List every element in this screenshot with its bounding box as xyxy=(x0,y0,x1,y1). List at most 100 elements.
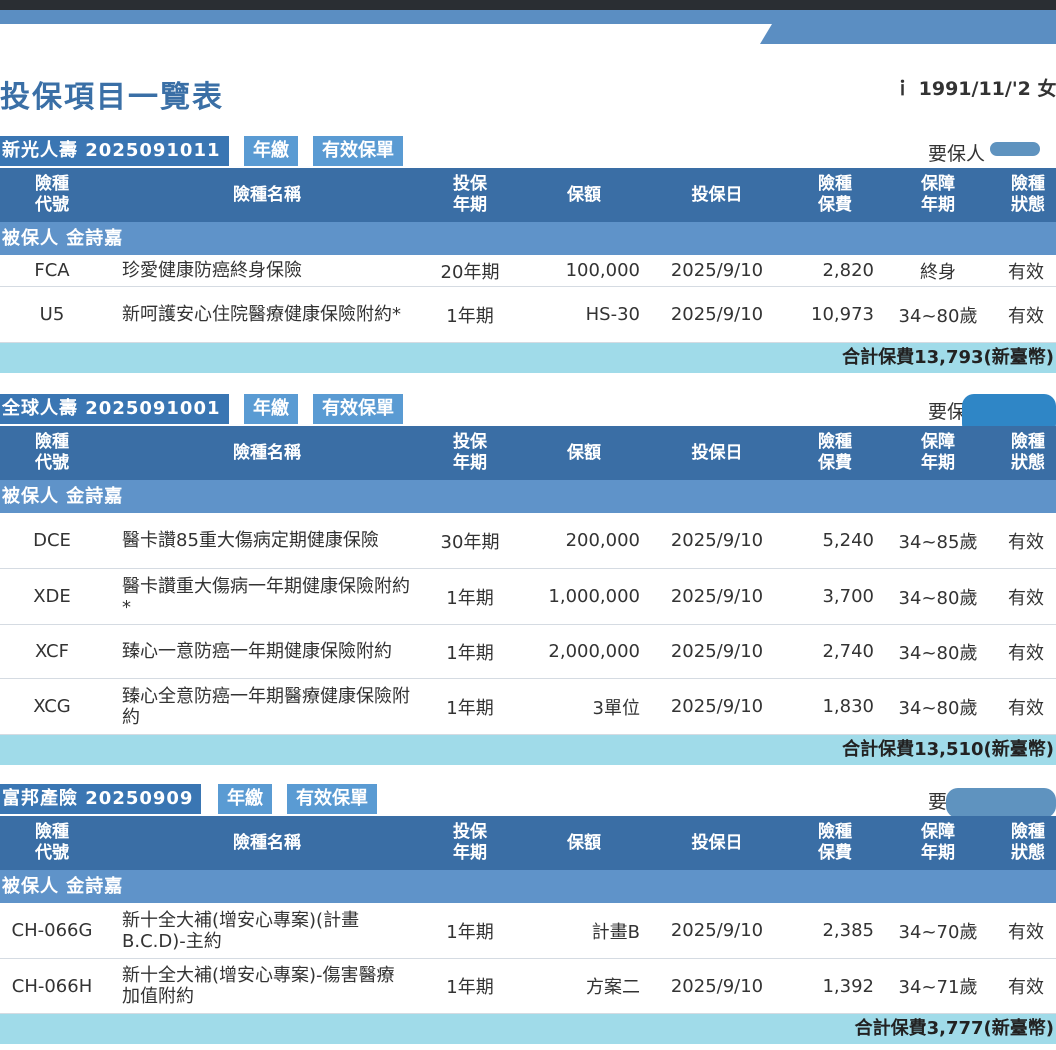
top-dark-strip xyxy=(0,0,1056,10)
policy-status-badge: 有效保單 xyxy=(287,784,377,814)
cell-date: 2025/9/10 xyxy=(670,304,764,325)
cell-amount: 計畫B xyxy=(591,921,640,943)
policy-holder-label: 要保人 xyxy=(928,143,986,165)
policy-status-badge: 有效保單 xyxy=(313,136,403,166)
total-premium-row: 合計保費3,777(新臺幣) xyxy=(0,1014,1056,1044)
cell-term: 1年期 xyxy=(446,921,494,943)
cell-name: 珍愛健康防癌終身保險 xyxy=(122,255,412,286)
cell-name: 醫卡讚85重大傷病定期健康保險 xyxy=(122,513,412,568)
table-row: U5 新呵護安心住院醫療健康保險附約* 1年期 HS-30 2025/9/10 10,97… xyxy=(0,287,1056,343)
plan-name-text: 新十全大補(增安心專案)-傷害醫療加值附約 xyxy=(122,965,395,1007)
column-header-amount: 保額 xyxy=(567,832,601,853)
company-policy-label: 富邦產險 20250909 xyxy=(0,784,202,814)
cell-status: 有效 xyxy=(1008,587,1044,609)
insured-birthdate-gender: ｉ 1991/11/'2 女 xyxy=(893,74,1056,101)
column-header-premium: 險種 保費 xyxy=(818,174,852,215)
table-row: XCF 臻心一意防癌一年期健康保險附約 1年期 2,000,000 2025/9/10 2… xyxy=(0,625,1056,679)
total-premium-row: 合計保費13,510(新臺幣) xyxy=(0,735,1056,765)
top-tab-shape xyxy=(760,24,1056,44)
total-premium-text: 合計保費3,777(新臺幣) xyxy=(854,1018,1054,1039)
policy-section: 新光人壽 2025091011 年繳 有效保單 要保人 險種 代號 險種名稱 投保 年期 保額… xyxy=(0,136,1056,373)
column-header-code: 險種 代號 xyxy=(35,174,69,215)
cell-code: XCG xyxy=(33,696,71,717)
column-header-name: 險種名稱 xyxy=(233,184,301,205)
cell-amount: 200,000 xyxy=(565,530,640,551)
cell-date: 2025/9/10 xyxy=(670,641,764,662)
cell-code: U5 xyxy=(39,304,65,325)
table-row: CH-066H 新十全大補(增安心專案)-傷害醫療加值附約 1年期 方案二 2025/9… xyxy=(0,959,1056,1014)
column-header-coverage: 保障 年期 xyxy=(921,432,955,473)
column-header-date: 投保日 xyxy=(691,442,743,463)
cell-status: 有效 xyxy=(1008,305,1044,327)
total-premium-text: 合計保費13,510(新臺幣) xyxy=(842,739,1054,760)
cell-date: 2025/9/10 xyxy=(670,920,764,941)
cell-date: 2025/9/10 xyxy=(670,975,764,997)
column-header-premium: 險種 保費 xyxy=(818,432,852,473)
plan-name-text: 臻心一意防癌一年期健康保險附約 xyxy=(122,641,392,662)
cell-name: 新十全大補(增安心專案)(計畫B.C.D)-主約 xyxy=(122,903,412,958)
column-header-row: 險種 代號 險種名稱 投保 年期 保額 投保日 險種 保費 保障 年期 險種 狀態 xyxy=(0,426,1056,480)
plan-name-text: 新十全大補(增安心專案)(計畫B.C.D)-主約 xyxy=(122,909,360,952)
cell-name: 新十全大補(增安心專案)-傷害醫療加值附約 xyxy=(122,959,412,1013)
policy-header: 新光人壽 2025091011 年繳 有效保單 要保人 xyxy=(0,136,1056,168)
cell-premium: 2,385 xyxy=(822,920,874,941)
cell-term: 1年期 xyxy=(446,977,494,998)
meta-gender: 女 xyxy=(1037,78,1056,100)
column-header-row: 險種 代號 險種名稱 投保 年期 保額 投保日 險種 保費 保障 年期 險種 狀態 xyxy=(0,816,1056,870)
table-row: CH-066G 新十全大補(增安心專案)(計畫B.C.D)-主約 1年期 計畫B 202… xyxy=(0,903,1056,959)
cell-coverage: 34~80歲 xyxy=(898,587,978,609)
plan-name-text: 醫卡讚重大傷病一年期健康保險附約* xyxy=(122,575,410,618)
cell-premium: 2,740 xyxy=(822,641,874,662)
column-header-amount: 保額 xyxy=(567,442,601,463)
cell-coverage: 34~71歲 xyxy=(898,977,978,998)
cell-premium: 1,392 xyxy=(822,975,874,997)
column-header-date: 投保日 xyxy=(691,832,743,853)
column-header-name: 險種名稱 xyxy=(233,832,301,853)
policy-section: 富邦產險 20250909 年繳 有效保單要險種 代號 險種名稱 投保 年期 保額 投保日險… xyxy=(0,784,1056,1044)
insured-person-row: 被保人 金詩嘉 xyxy=(0,480,1056,513)
pay-mode-badge: 年繳 xyxy=(244,394,298,424)
cell-date: 2025/9/10 xyxy=(670,530,764,551)
cell-code: CH-066H xyxy=(11,975,93,997)
column-header-row: 險種 代號 險種名稱 投保 年期 保額 投保日 險種 保費 保障 年期 險種 狀態 xyxy=(0,168,1056,222)
redaction-mark xyxy=(946,788,1056,818)
cell-code: XCF xyxy=(35,641,69,662)
policy-holder-label: 要保 xyxy=(928,401,967,423)
column-header-status: 險種 狀態 xyxy=(1011,174,1045,215)
top-blue-band xyxy=(0,10,1056,24)
insured-person-row: 被保人 金詩嘉 xyxy=(0,870,1056,903)
cell-premium: 5,240 xyxy=(822,530,874,551)
table-row: DCE 醫卡讚85重大傷病定期健康保險 30年期 200,000 2025/9/10 5,… xyxy=(0,513,1056,569)
table-row: XCG 臻心全意防癌一年期醫療健康保險附約 1年期 3單位 2025/9/10 1,830… xyxy=(0,679,1056,735)
cell-code: CH-066G xyxy=(11,920,93,941)
column-header-term: 投保 年期 xyxy=(453,174,487,215)
cell-date: 2025/9/10 xyxy=(670,586,764,607)
cell-name: 臻心全意防癌一年期醫療健康保險附約 xyxy=(122,679,412,734)
cell-amount: 3單位 xyxy=(592,697,640,719)
table-row: XDE 醫卡讚重大傷病一年期健康保險附約* 1年期 1,000,000 2025/9/1… xyxy=(0,569,1056,625)
cell-term: 1年期 xyxy=(446,305,494,327)
cell-term: 1年期 xyxy=(446,697,494,719)
plan-name-text: 醫卡讚85重大傷病定期健康保險 xyxy=(122,530,379,551)
cell-term: 20年期 xyxy=(440,261,500,283)
cell-name: 新呵護安心住院醫療健康保險附約* xyxy=(122,287,412,342)
cell-date: 2025/9/10 xyxy=(670,260,764,281)
cell-amount: 1,000,000 xyxy=(548,586,640,607)
cell-coverage: 終身 xyxy=(920,261,956,283)
cell-coverage: 34~70歲 xyxy=(898,921,978,943)
policy-section: 全球人壽 2025091001 年繳 有效保單 要保 險種 代號 險種名稱 投保 年期 保額 投… xyxy=(0,394,1056,765)
column-header-code: 險種 代號 xyxy=(35,432,69,473)
cell-code: XDE xyxy=(33,586,71,607)
cell-amount: HS-30 xyxy=(585,304,640,325)
meta-date: 1991/11/'2 xyxy=(918,78,1031,100)
column-header-amount: 保額 xyxy=(567,184,601,205)
column-header-name: 險種名稱 xyxy=(233,442,301,463)
pay-mode-badge: 年繳 xyxy=(218,784,272,814)
page-title: 投保項目一覽表 xyxy=(0,80,224,115)
cell-amount: 方案二 xyxy=(586,977,640,998)
cell-amount: 2,000,000 xyxy=(548,641,640,662)
company-policy-label: 新光人壽 2025091011 xyxy=(0,136,229,166)
policy-header: 全球人壽 2025091001 年繳 有效保單 要保 xyxy=(0,394,1056,436)
column-header-term: 投保 年期 xyxy=(453,822,487,863)
plan-name-text: 新呵護安心住院醫療健康保險附約* xyxy=(122,304,401,325)
